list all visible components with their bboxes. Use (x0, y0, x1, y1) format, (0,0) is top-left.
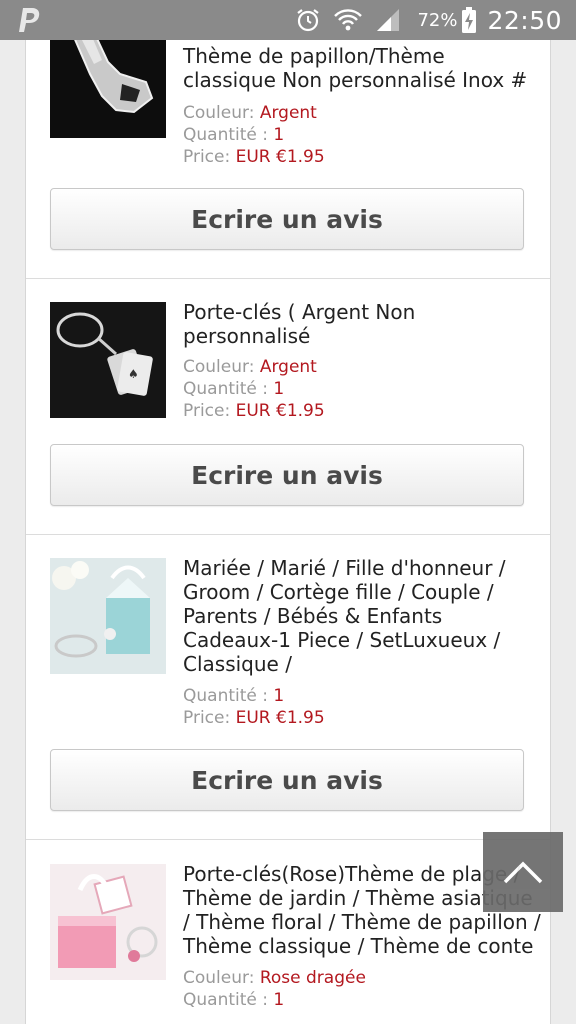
product-quantity: Quantité : 1 (183, 378, 543, 400)
price-value: EUR €1.95 (235, 708, 325, 728)
product-image[interactable] (50, 864, 166, 980)
product-color: Couleur: Rose dragée (183, 967, 543, 989)
quantity-label: Quantité : (183, 686, 268, 706)
product-info: Mariée / Marié / Fille d'honneur / Groom… (183, 556, 543, 729)
item-divider (26, 839, 550, 840)
playing-cards-keychain-image: ♠ (56, 312, 153, 396)
product-color: Couleur: Argent (183, 356, 543, 378)
wifi-icon (334, 9, 363, 31)
scroll-to-top-button[interactable] (483, 832, 563, 912)
product-image[interactable] (50, 40, 166, 138)
battery-percent: 72% (417, 9, 458, 31)
alarm-icon (297, 9, 320, 32)
product-title[interactable]: Mariée / Marié / Fille d'honneur / Groom… (183, 556, 543, 676)
signal-icon (377, 9, 400, 31)
product-quantity: Quantité : 1 (183, 124, 543, 146)
color-label: Couleur: (183, 968, 255, 988)
quantity-value: 1 (273, 379, 285, 399)
product-title[interactable]: Porte-clés ( Argent Non personnalisé (183, 300, 543, 348)
item-divider (26, 534, 550, 535)
price-label: Price: (183, 401, 231, 421)
product-price: Price: EUR €1.95 (183, 400, 543, 422)
product-info: Porte-clés ( Argent Non personnalisé Cou… (183, 300, 543, 422)
product-price: Price: EUR €1.95 (183, 146, 543, 168)
product-image[interactable] (50, 558, 166, 674)
status-bar: 72% 22:50 (0, 0, 576, 40)
paypal-icon (19, 8, 40, 32)
quantity-label: Quantité : (183, 125, 268, 145)
color-label: Couleur: (183, 357, 255, 377)
svg-text:♠: ♠ (128, 367, 139, 381)
gift-box-keychain-image (50, 558, 166, 674)
bottle-opener-keychain-image (74, 40, 154, 114)
clock: 22:50 (487, 5, 562, 35)
color-label: Couleur: (183, 103, 255, 123)
quantity-value: 1 (273, 686, 285, 706)
write-review-button[interactable]: Ecrire un avis (50, 444, 524, 506)
price-value: EUR €1.95 (235, 401, 325, 421)
write-review-button[interactable]: Ecrire un avis (50, 188, 524, 250)
product-image[interactable]: ♠ (50, 302, 166, 418)
quantity-value: 1 (273, 125, 285, 145)
product-quantity: Quantité : 1 (183, 989, 543, 1011)
price-label: Price: (183, 147, 231, 167)
quantity-label: Quantité : (183, 990, 268, 1010)
quantity-label: Quantité : (183, 379, 268, 399)
product-price: Price: EUR €1.95 (183, 707, 543, 729)
quantity-value: 1 (273, 990, 285, 1010)
color-value: Argent (259, 103, 317, 123)
price-value: EUR €1.95 (235, 147, 325, 167)
chevron-up-icon (503, 861, 543, 884)
color-value: Rose dragée (259, 968, 366, 988)
product-info: Thème de papillon/Thème classique Non pe… (183, 44, 543, 168)
write-review-button[interactable]: Ecrire un avis (50, 749, 524, 811)
price-label: Price: (183, 708, 231, 728)
pink-gift-keychain-image (50, 864, 166, 980)
battery-charging-icon (462, 7, 477, 33)
product-color: Couleur: Argent (183, 102, 543, 124)
product-title[interactable]: Thème de papillon/Thème classique Non pe… (183, 44, 543, 92)
product-quantity: Quantité : 1 (183, 685, 543, 707)
item-divider (26, 278, 550, 279)
notification-area (18, 6, 44, 34)
order-items-list: Thème de papillon/Thème classique Non pe… (25, 40, 551, 1024)
status-icons: 72% 22:50 (283, 0, 562, 40)
color-value: Argent (259, 357, 317, 377)
